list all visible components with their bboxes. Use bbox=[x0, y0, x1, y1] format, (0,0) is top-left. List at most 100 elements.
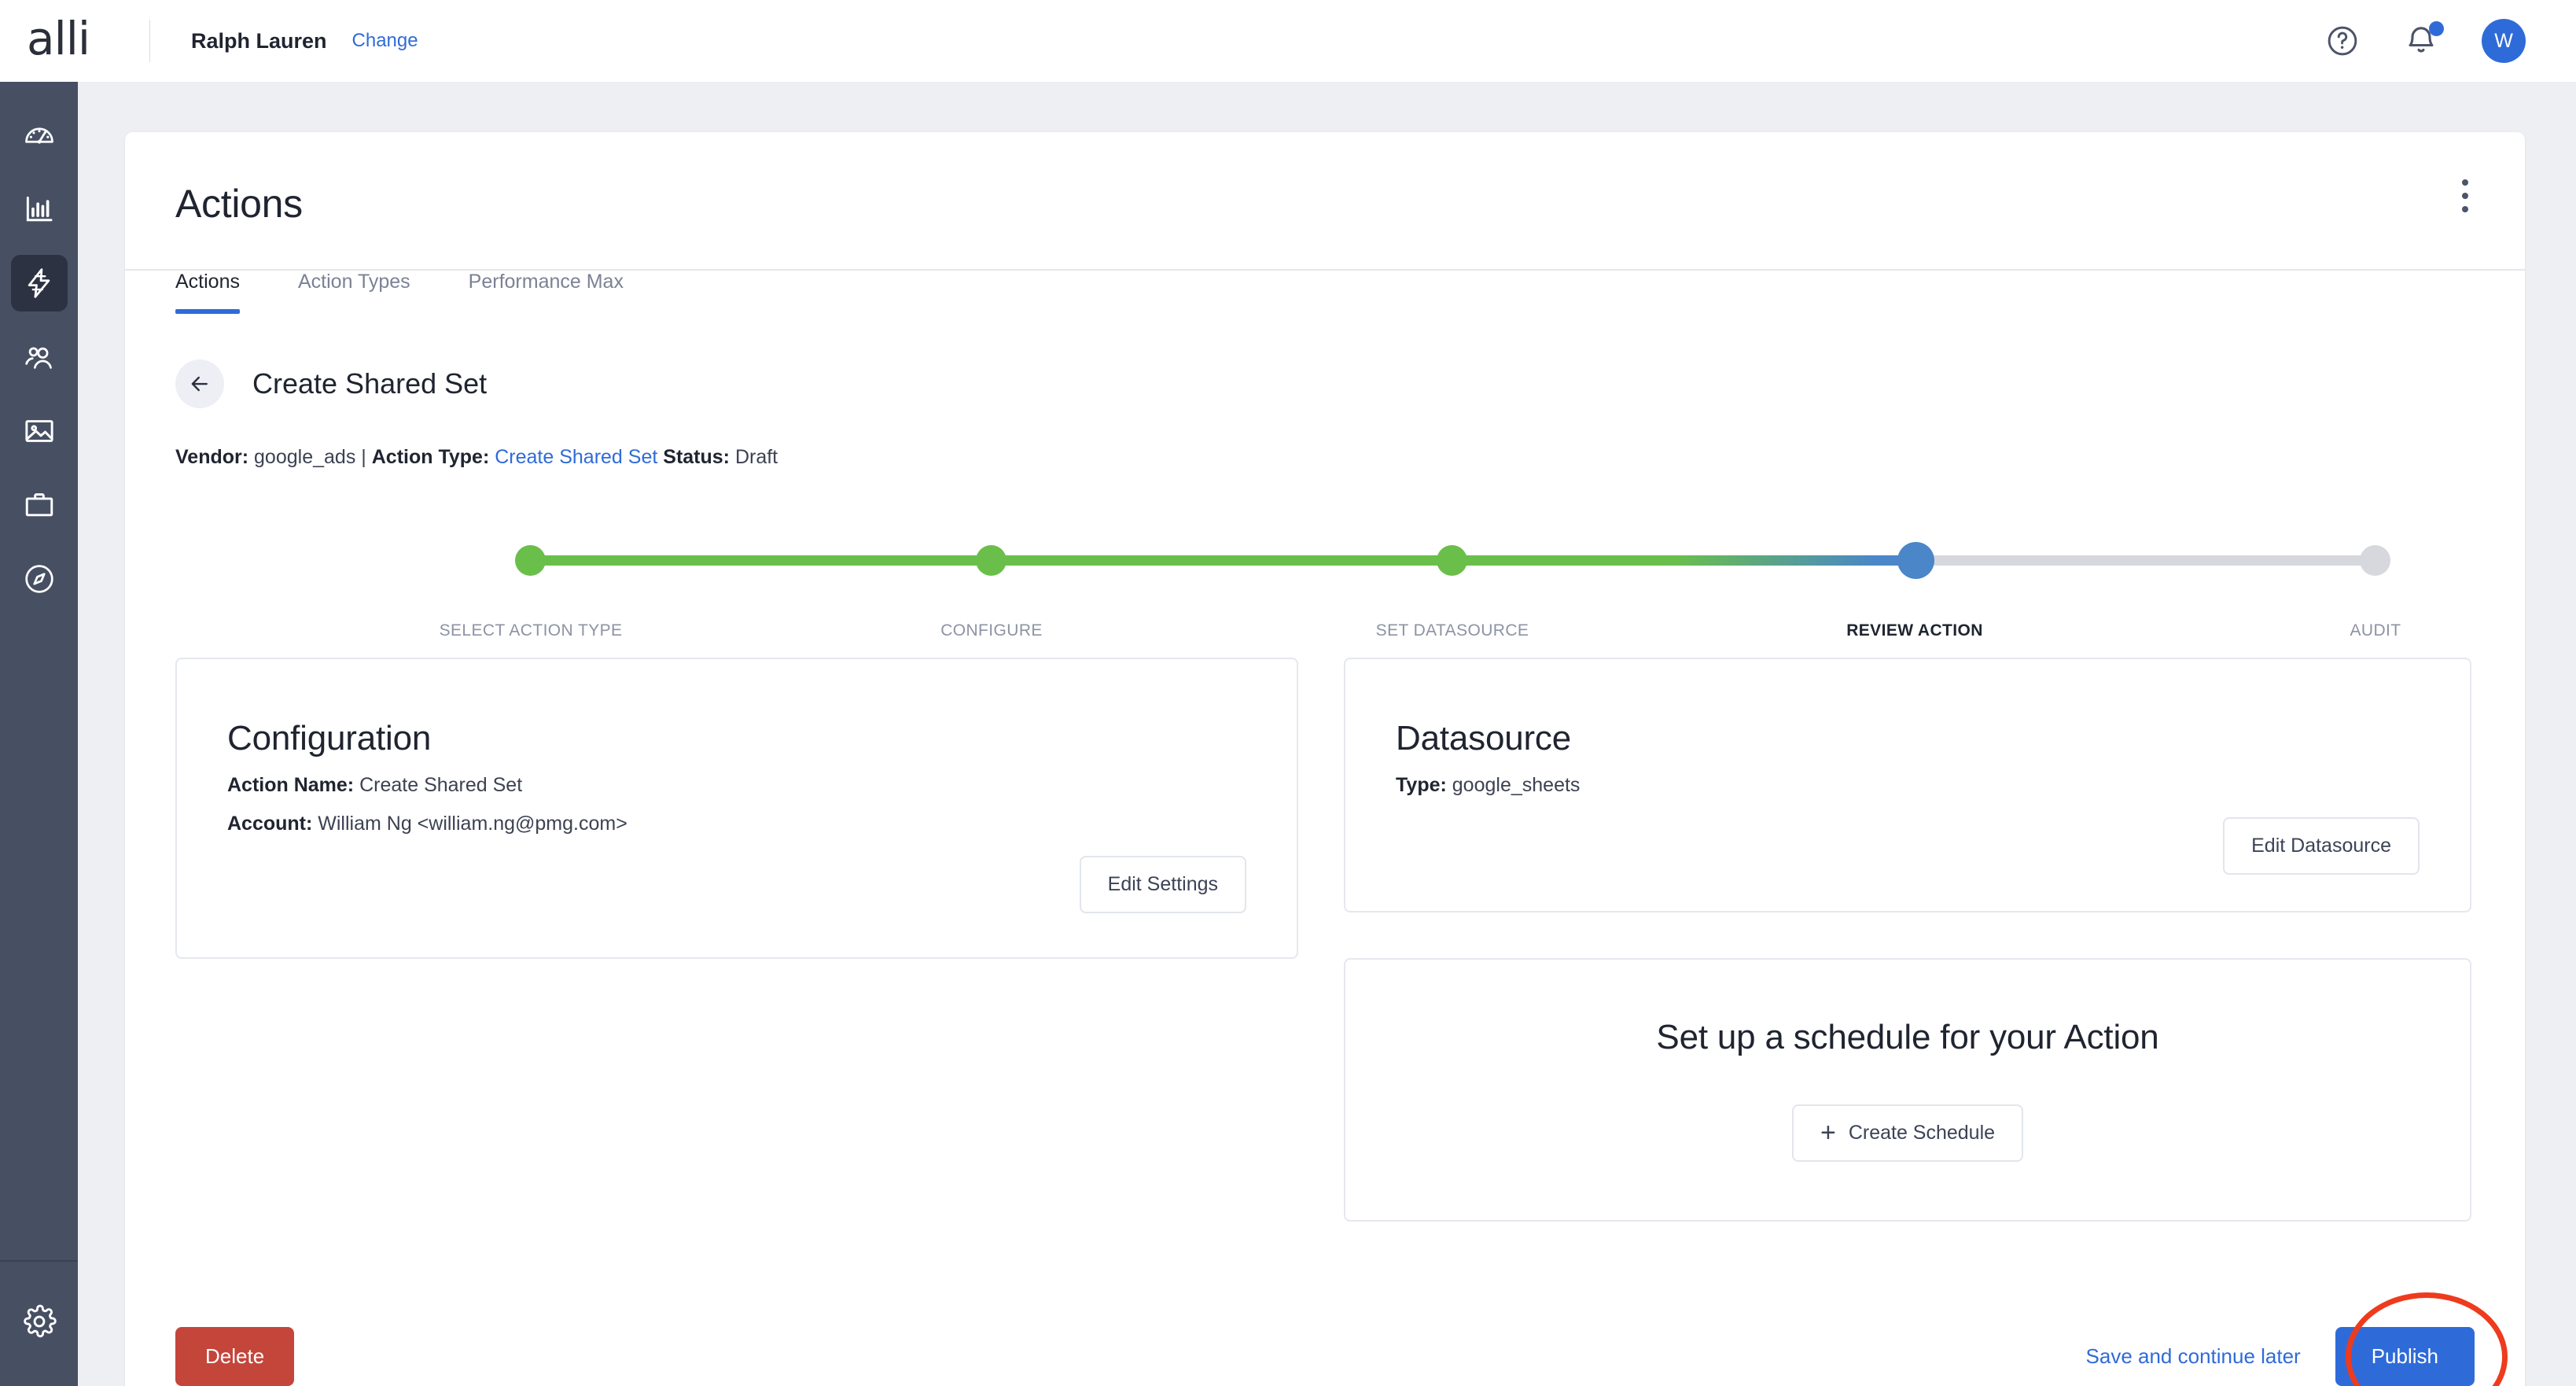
sidebar-item-actions[interactable] bbox=[10, 255, 68, 311]
datasource-type-row: Type: google_sheets bbox=[1396, 774, 2420, 797]
progress-stepper: SELECT ACTION TYPE CONFIGURE SET DATASOU… bbox=[125, 516, 2525, 640]
configuration-title: Configuration bbox=[227, 719, 432, 758]
sidebar-item-commerce[interactable] bbox=[11, 477, 68, 533]
main-sidebar bbox=[0, 82, 78, 1386]
people-icon bbox=[24, 347, 52, 369]
tab-performance-max[interactable]: Performance Max bbox=[469, 271, 624, 314]
account-label: Account: bbox=[227, 813, 313, 835]
account-name: Ralph Lauren bbox=[191, 28, 327, 53]
stepper-label-select-action-type: SELECT ACTION TYPE bbox=[439, 621, 623, 640]
sidebar-item-audiences[interactable] bbox=[11, 329, 68, 385]
account-switcher: Ralph Lauren Change bbox=[191, 29, 418, 53]
sidebar-item-creative[interactable] bbox=[11, 403, 68, 459]
configuration-actions: Edit Settings bbox=[227, 856, 1246, 913]
sidebar-divider bbox=[0, 1260, 78, 1262]
bar-chart-icon bbox=[26, 196, 52, 222]
change-account-link[interactable]: Change bbox=[352, 30, 418, 52]
action-type-label: Action Type: bbox=[371, 446, 490, 468]
speedometer-icon bbox=[24, 127, 53, 144]
meta-separator: | bbox=[361, 446, 366, 468]
configuration-panel: Configuration Action Name: Create Shared… bbox=[175, 658, 1298, 959]
plus-icon: + bbox=[1820, 1117, 1836, 1148]
notification-badge bbox=[2429, 21, 2444, 36]
sidebar-item-settings[interactable] bbox=[11, 1293, 68, 1350]
account-row: Account: William Ng <william.ng@pmg.com> bbox=[227, 813, 1246, 835]
card-overflow-menu-button[interactable] bbox=[2443, 168, 2487, 223]
status-value: Draft bbox=[734, 446, 778, 468]
datasource-actions: Edit Datasource bbox=[1396, 817, 2420, 875]
publish-button[interactable]: Publish bbox=[2335, 1327, 2475, 1386]
stepper-dot-set-datasource[interactable] bbox=[1437, 545, 1467, 576]
arrow-left-icon bbox=[191, 376, 208, 392]
more-vertical-icon-dot bbox=[2462, 193, 2468, 199]
compass-icon bbox=[24, 565, 53, 593]
briefcase-icon bbox=[25, 493, 53, 517]
image-icon bbox=[24, 420, 53, 442]
right-column: Datasource Type: google_sheets Edit Data… bbox=[1344, 658, 2471, 1222]
topbar-divider bbox=[149, 20, 150, 62]
delete-button[interactable]: Delete bbox=[175, 1327, 295, 1386]
detail-title: Create Shared Set bbox=[252, 367, 488, 400]
back-button[interactable] bbox=[175, 359, 224, 408]
tab-actions[interactable]: Actions bbox=[175, 271, 240, 314]
top-bar: alli Ralph Lauren Change W bbox=[0, 0, 2576, 82]
schedule-panel: Set up a schedule for your Action + Crea… bbox=[1344, 958, 2471, 1222]
user-avatar[interactable]: W bbox=[2482, 19, 2526, 63]
stepper-track: SELECT ACTION TYPE CONFIGURE SET DATASOU… bbox=[440, 542, 2401, 640]
help-button[interactable] bbox=[2324, 23, 2361, 59]
detail-header: Create Shared Set bbox=[175, 359, 2525, 408]
stepper-label-audit: AUDIT bbox=[2350, 621, 2401, 640]
page-title: Actions bbox=[175, 182, 303, 226]
left-column: Configuration Action Name: Create Shared… bbox=[175, 658, 1298, 1222]
datasource-type-value: google_sheets bbox=[1452, 774, 1581, 796]
gear-icon bbox=[23, 1304, 57, 1338]
stepper-segment-2 bbox=[992, 555, 1452, 566]
sidebar-item-explore[interactable] bbox=[11, 551, 68, 607]
stepper-dot-review-action[interactable] bbox=[1897, 542, 1934, 579]
action-meta: Vendor: google_ads | Action Type: Create… bbox=[175, 446, 2525, 469]
notifications-button[interactable] bbox=[2403, 21, 2444, 59]
stepper-segment-3 bbox=[1452, 555, 1913, 566]
action-name-value: Create Shared Set bbox=[359, 774, 523, 796]
stepper-dot-configure[interactable] bbox=[976, 545, 1006, 576]
sidebar-item-dashboard[interactable] bbox=[11, 107, 68, 164]
stepper-dot-audit[interactable] bbox=[2360, 545, 2390, 576]
more-vertical-icon-dot bbox=[2462, 179, 2468, 186]
schedule-actions: + Create Schedule bbox=[1396, 1104, 2420, 1162]
save-and-continue-later-link[interactable]: Save and continue later bbox=[2086, 1344, 2301, 1369]
vendor-value: google_ads bbox=[254, 446, 356, 468]
lightning-bolt-icon bbox=[28, 268, 50, 298]
create-schedule-button[interactable]: + Create Schedule bbox=[1791, 1104, 2024, 1162]
stepper-segment-4 bbox=[1913, 555, 2375, 566]
tab-action-types[interactable]: Action Types bbox=[298, 271, 410, 314]
status-label: Status: bbox=[663, 446, 730, 468]
action-name-label: Action Name: bbox=[227, 774, 355, 796]
edit-datasource-button[interactable]: Edit Datasource bbox=[2223, 817, 2420, 875]
footer-action-bar: Delete Save and continue later Publish bbox=[125, 1292, 2525, 1386]
actions-card: Actions Actions Action Types Performance… bbox=[125, 132, 2525, 1386]
tab-bar-rule bbox=[125, 269, 2525, 271]
stepper-label-review-action: REVIEW ACTION bbox=[1846, 621, 1983, 640]
account-value: William Ng <william.ng@pmg.com> bbox=[318, 813, 627, 835]
card-header: Actions bbox=[125, 132, 2525, 227]
review-content: Configuration Action Name: Create Shared… bbox=[125, 658, 2525, 1222]
page-region: Actions Actions Action Types Performance… bbox=[78, 82, 2576, 1386]
topbar-actions: W bbox=[2324, 19, 2576, 63]
stepper-label-configure: CONFIGURE bbox=[940, 621, 1043, 640]
app-logo[interactable]: alli bbox=[0, 16, 116, 66]
datasource-title: Datasource bbox=[1396, 719, 1572, 758]
datasource-panel: Datasource Type: google_sheets Edit Data… bbox=[1344, 658, 2471, 912]
action-name-row: Action Name: Create Shared Set bbox=[227, 774, 1246, 797]
action-type-link[interactable]: Create Shared Set bbox=[495, 446, 657, 468]
footer-primary-actions: Save and continue later Publish bbox=[2086, 1292, 2508, 1386]
stepper-dot-select-action-type[interactable] bbox=[515, 545, 546, 576]
datasource-type-label: Type: bbox=[1396, 774, 1447, 796]
sidebar-item-reports[interactable] bbox=[11, 181, 68, 238]
vendor-label: Vendor: bbox=[175, 446, 249, 468]
stepper-segment-1 bbox=[531, 555, 992, 566]
create-schedule-label: Create Schedule bbox=[1848, 1122, 1996, 1144]
stepper-label-set-datasource: SET DATASOURCE bbox=[1375, 621, 1529, 640]
edit-settings-button[interactable]: Edit Settings bbox=[1079, 856, 1246, 913]
more-vertical-icon-dot bbox=[2462, 206, 2468, 212]
tab-bar: Actions Action Types Performance Max bbox=[175, 271, 2525, 314]
